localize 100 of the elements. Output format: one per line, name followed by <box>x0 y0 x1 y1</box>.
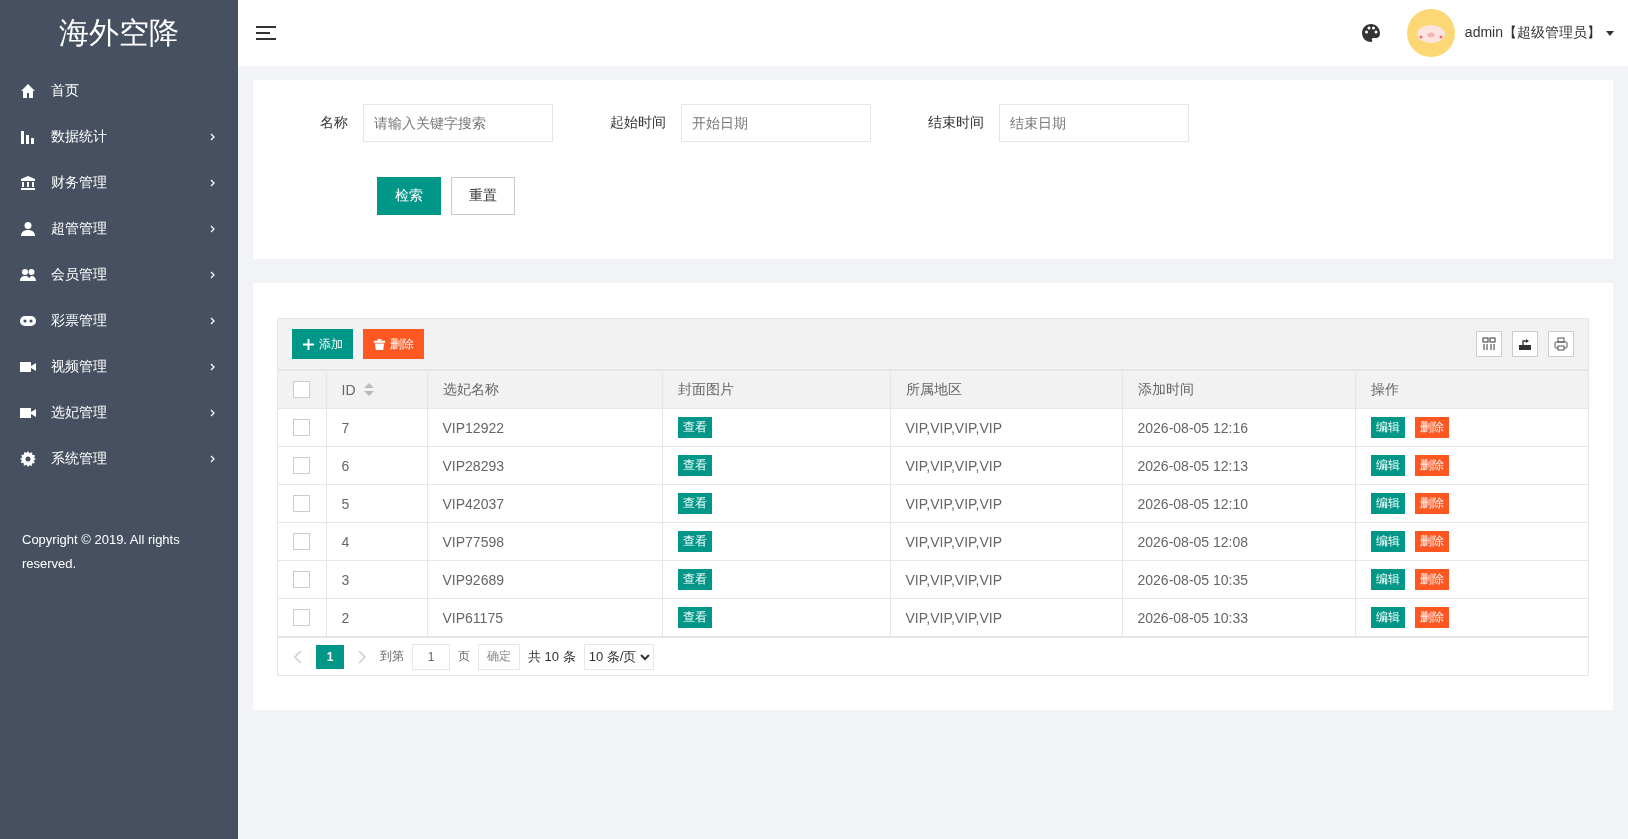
view-button[interactable]: 查看 <box>677 493 712 514</box>
table-cell: 2026-08-05 12:13 <box>1122 446 1355 485</box>
column-header: 封面图片 <box>662 370 890 409</box>
add-button[interactable]: 添加 <box>292 329 353 359</box>
print-button[interactable] <box>1548 331 1574 357</box>
columns-button[interactable] <box>1476 331 1502 357</box>
input-field[interactable]: 结束日期 <box>999 104 1189 142</box>
table-cell: 4 <box>326 522 427 561</box>
view-button[interactable]: 查看 <box>677 531 712 552</box>
delete-button[interactable]: 删除 <box>1414 569 1449 590</box>
edit-button[interactable]: 编辑 <box>1370 493 1405 514</box>
edit-button[interactable]: 编辑 <box>1370 531 1405 552</box>
sidebar-item[interactable]: 选妃管理 <box>0 390 238 436</box>
caret-icon <box>1606 30 1614 36</box>
printer-icon <box>1554 337 1568 351</box>
sidebar-item[interactable]: 数据统计 <box>0 114 238 160</box>
export-button[interactable] <box>1512 331 1538 357</box>
view-button[interactable]: 查看 <box>677 455 712 476</box>
checkbox[interactable] <box>293 571 311 588</box>
home-icon <box>20 83 36 99</box>
user-name[interactable]: admin【超级管理员】 <box>1464 24 1601 42</box>
bank-icon <box>20 175 36 191</box>
search-button[interactable]: 检索 <box>377 177 441 215</box>
plus-icon <box>302 337 315 351</box>
table-cell: VIP,VIP,VIP,VIP <box>890 598 1122 637</box>
user-icon <box>20 221 36 237</box>
input-field[interactable]: 请输入关键字搜索 <box>363 104 553 142</box>
sidebar-item[interactable]: 会员管理 <box>0 252 238 298</box>
table-cell: VIP,VIP,VIP,VIP <box>890 408 1122 447</box>
gamepad-icon <box>20 313 36 329</box>
table-cell: VIP12922 <box>427 408 662 447</box>
column-header: 操作 <box>1355 370 1588 409</box>
gear-icon <box>20 451 36 467</box>
confirm-button[interactable]: 确定 <box>478 643 520 670</box>
reset-button[interactable]: 重置 <box>451 177 515 215</box>
page-unit-label: 页 <box>458 648 470 665</box>
checkbox[interactable] <box>293 457 311 474</box>
table-cell: 3 <box>326 560 427 599</box>
delete-button[interactable]: 删除 <box>1414 493 1449 514</box>
delete-button[interactable]: 删除 <box>1414 417 1449 438</box>
edit-button[interactable]: 编辑 <box>1370 417 1405 438</box>
chevron-right-icon <box>357 649 367 664</box>
column-header[interactable]: ID <box>341 381 356 398</box>
sidebar-item[interactable]: 首页 <box>0 68 238 114</box>
view-button[interactable]: 查看 <box>677 569 712 590</box>
column-header: 所属地区 <box>890 370 1122 409</box>
video-camera-icon <box>20 405 36 421</box>
table-cell: 2026-08-05 12:08 <box>1122 522 1355 561</box>
table-cell: 2026-08-05 12:16 <box>1122 408 1355 447</box>
table-cell: 2026-08-05 10:35 <box>1122 560 1355 599</box>
input-field[interactable]: 开始日期 <box>681 104 871 142</box>
chevron-left-icon <box>293 649 303 664</box>
checkbox[interactable] <box>293 495 311 512</box>
view-button[interactable]: 查看 <box>677 607 712 628</box>
table-cell: 6 <box>326 446 427 485</box>
site-title: 海外空降 <box>58 14 180 51</box>
view-button[interactable]: 查看 <box>677 417 712 438</box>
delete-button[interactable]: 删除 <box>363 329 424 359</box>
sidebar-item[interactable]: 彩票管理 <box>0 298 238 344</box>
table-cell: 2026-08-05 10:33 <box>1122 598 1355 637</box>
delete-button[interactable]: 删除 <box>1414 607 1449 628</box>
table-cell: 5 <box>326 484 427 523</box>
page-size-select[interactable]: 10 条/页 <box>583 643 654 670</box>
table-cell: VIP,VIP,VIP,VIP <box>890 484 1122 523</box>
table-cell: VIP92689 <box>427 560 662 599</box>
checkbox[interactable] <box>293 419 311 436</box>
sidebar-item[interactable]: 视频管理 <box>0 344 238 390</box>
sidebar-item[interactable]: 财务管理 <box>0 160 238 206</box>
edit-button[interactable]: 编辑 <box>1370 607 1405 628</box>
table-cell: VIP,VIP,VIP,VIP <box>890 522 1122 561</box>
total-count: 共 10 条 <box>528 647 576 666</box>
checkbox[interactable] <box>293 609 311 626</box>
table-cell: VIP42037 <box>427 484 662 523</box>
table-cell: VIP,VIP,VIP,VIP <box>890 560 1122 599</box>
delete-button[interactable]: 删除 <box>1414 531 1449 552</box>
tray-icon <box>1518 337 1532 351</box>
sidebar-item[interactable]: 超管管理 <box>0 206 238 252</box>
sidebar-item[interactable]: 系统管理 <box>0 436 238 482</box>
edit-button[interactable]: 编辑 <box>1370 569 1405 590</box>
bar-chart-icon <box>20 129 36 145</box>
column-header: 添加时间 <box>1122 370 1355 409</box>
table-cell: 7 <box>326 408 427 447</box>
table-cell: VIP77598 <box>427 522 662 561</box>
delete-button[interactable]: 删除 <box>1414 455 1449 476</box>
users-icon <box>20 267 36 283</box>
grid-icon <box>1482 337 1496 351</box>
trash-icon <box>373 337 386 351</box>
edit-button[interactable]: 编辑 <box>1370 455 1405 476</box>
column-header: 选妃名称 <box>427 370 662 409</box>
table-cell: VIP28293 <box>427 446 662 485</box>
page-input[interactable]: 1 <box>412 643 450 670</box>
table-cell: VIP,VIP,VIP,VIP <box>890 446 1122 485</box>
checkbox[interactable] <box>293 533 311 550</box>
table-cell: 2 <box>326 598 427 637</box>
menu-icon <box>256 25 276 41</box>
avatar-icon <box>1406 9 1455 57</box>
page-button[interactable]: 1 <box>316 644 344 669</box>
video-camera-icon <box>20 359 36 375</box>
field-label: 名称 <box>319 114 349 132</box>
checkbox[interactable] <box>293 381 311 398</box>
